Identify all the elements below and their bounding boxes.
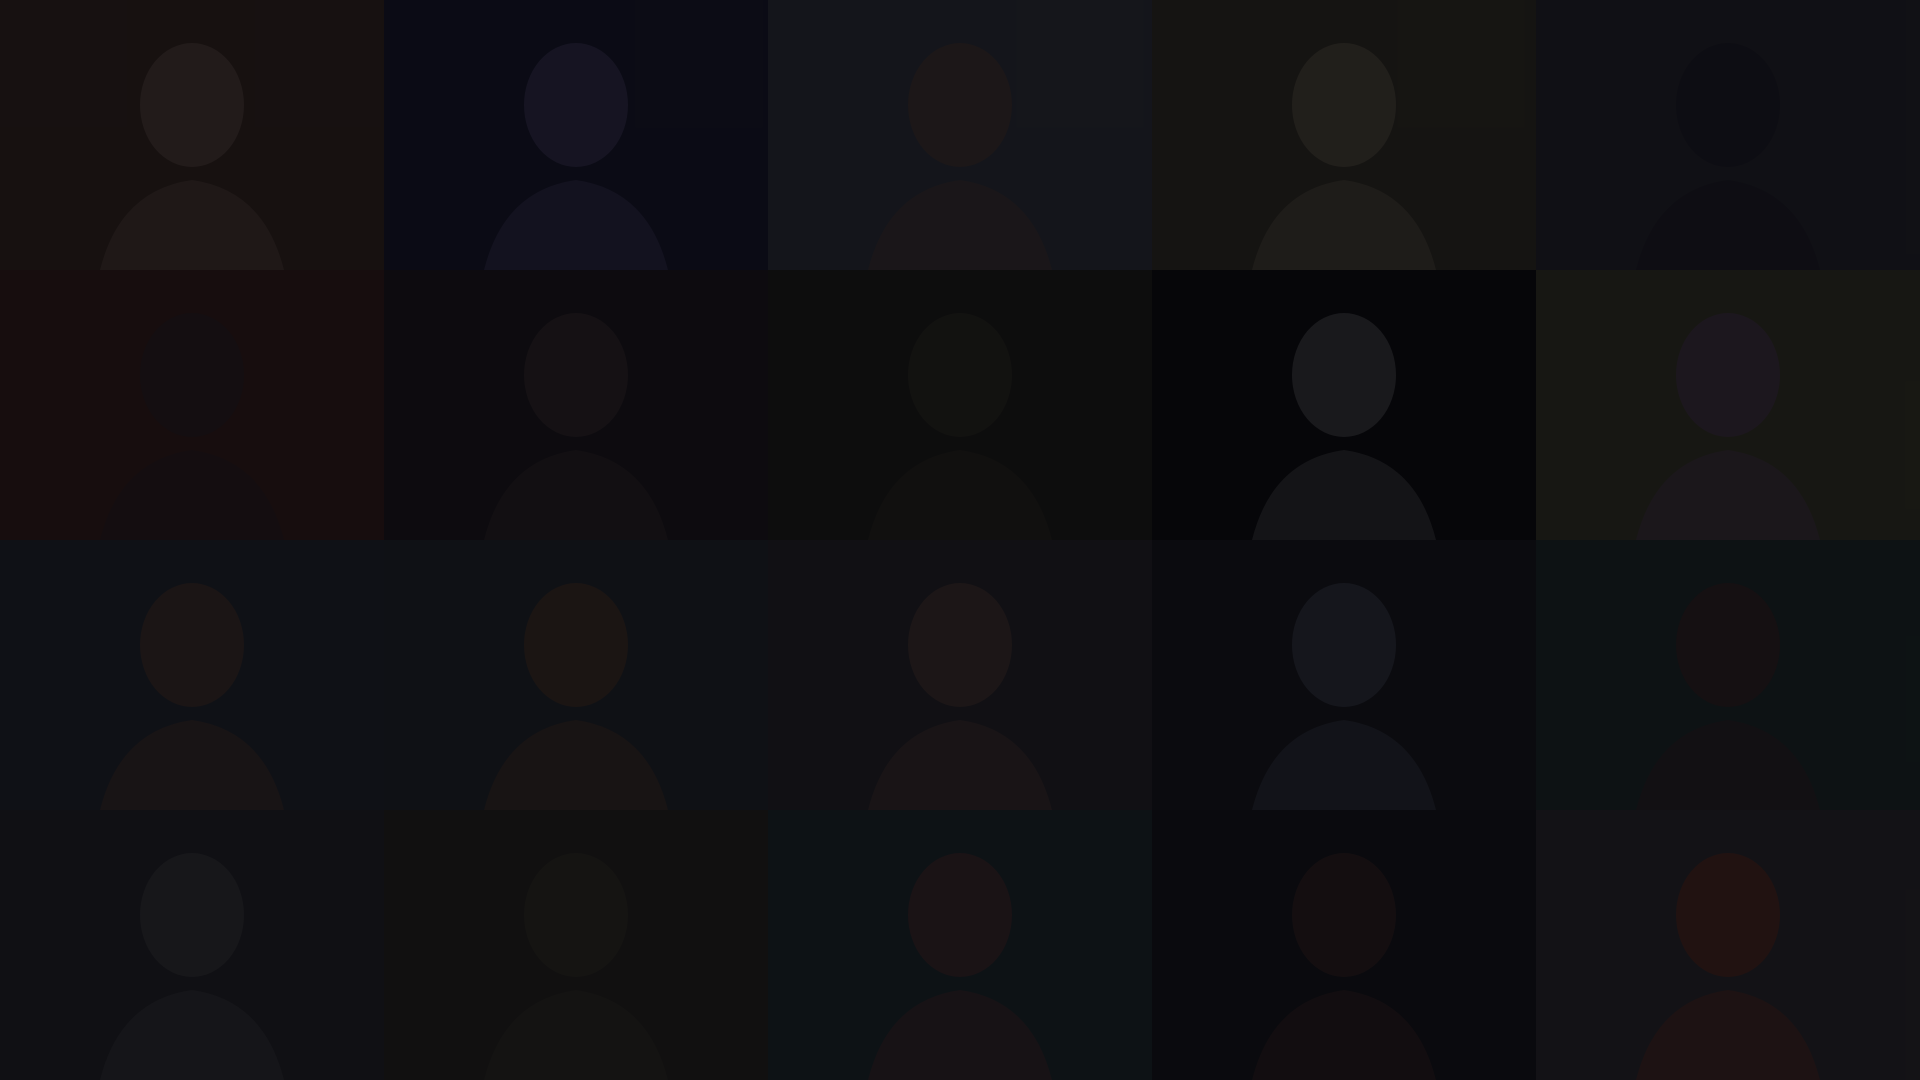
- gallery-tile-fantasy-creature-forest[interactable]: [768, 270, 1152, 540]
- thumbnail-figure: [1292, 313, 1396, 437]
- thumbnail-figure: [908, 853, 1012, 977]
- artwork-thumbnail: [1536, 810, 1920, 1080]
- artwork-thumbnail: [0, 270, 384, 540]
- gallery-tile-long-hair-girl-green[interactable]: [1536, 540, 1920, 810]
- thumbnail-figure: [1676, 313, 1780, 437]
- gallery-tile-white-cat-pot[interactable]: [0, 810, 384, 1080]
- gallery-tile-sunken-ship[interactable]: [384, 810, 768, 1080]
- thumbnail-figure: [524, 853, 628, 977]
- artwork-thumbnail: [1152, 270, 1536, 540]
- artwork-thumbnail: [768, 270, 1152, 540]
- thumbnail-figure: [1676, 853, 1780, 977]
- artwork-thumbnail: [768, 540, 1152, 810]
- thumbnail-figure: [524, 43, 628, 167]
- thumbnail-figure: [1292, 43, 1396, 167]
- image-gallery-grid: [0, 0, 1920, 1080]
- thumbnail-figure: [1676, 43, 1780, 167]
- artwork-thumbnail: [1152, 540, 1536, 810]
- artwork-thumbnail: [0, 810, 384, 1080]
- thumbnail-figure: [524, 313, 628, 437]
- thumbnail-figure: [524, 583, 628, 707]
- artwork-thumbnail: [0, 0, 384, 270]
- artwork-thumbnail: [1152, 810, 1536, 1080]
- artwork-thumbnail: [1536, 540, 1920, 810]
- gallery-tile-bald-man-glasses[interactable]: [1536, 270, 1920, 540]
- gallery-tile-angel-and-figure[interactable]: [384, 270, 768, 540]
- artwork-thumbnail: [384, 0, 768, 270]
- thumbnail-figure: [908, 43, 1012, 167]
- thumbnail-figure: [1292, 853, 1396, 977]
- gallery-tile-boy-cartoon-character[interactable]: [1152, 540, 1536, 810]
- artwork-thumbnail: [384, 810, 768, 1080]
- artwork-thumbnail: [384, 540, 768, 810]
- gallery-tile-woman-portrait-sketch[interactable]: [768, 0, 1152, 270]
- gallery-tile-woman-gold-earring[interactable]: [768, 540, 1152, 810]
- thumbnail-figure: [140, 853, 244, 977]
- thumbnail-figure: [1292, 583, 1396, 707]
- artwork-thumbnail: [1536, 270, 1920, 540]
- thumbnail-figure: [908, 313, 1012, 437]
- gallery-tile-girl-with-umbrella-rain[interactable]: [384, 0, 768, 270]
- thumbnail-figure: [140, 313, 244, 437]
- artwork-thumbnail: [1152, 0, 1536, 270]
- gallery-tile-curly-hair-man-sitting[interactable]: [1536, 0, 1920, 270]
- gallery-tile-flower-bouquet-vase[interactable]: [768, 810, 1152, 1080]
- thumbnail-figure: [140, 583, 244, 707]
- artwork-thumbnail: [1536, 0, 1920, 270]
- thumbnail-figure: [1676, 583, 1780, 707]
- gallery-tile-whale-illustration[interactable]: [0, 540, 384, 810]
- gallery-tile-blonde-woman-red-jacket[interactable]: [1536, 810, 1920, 1080]
- gallery-tile-woman-flower-crown[interactable]: [1152, 810, 1536, 1080]
- thumbnail-figure: [140, 43, 244, 167]
- artwork-thumbnail: [0, 540, 384, 810]
- artwork-thumbnail: [768, 810, 1152, 1080]
- artwork-thumbnail: [384, 270, 768, 540]
- gallery-tile-crying-kitten[interactable]: [1152, 0, 1536, 270]
- gallery-tile-girl-bust-sculpture[interactable]: [1152, 270, 1536, 540]
- gallery-tile-girl-on-bookshelf-room[interactable]: [0, 0, 384, 270]
- gallery-tile-flower-eye-illustration[interactable]: [384, 540, 768, 810]
- gallery-tile-woman-red-background[interactable]: [0, 270, 384, 540]
- thumbnail-figure: [908, 583, 1012, 707]
- artwork-thumbnail: [768, 0, 1152, 270]
